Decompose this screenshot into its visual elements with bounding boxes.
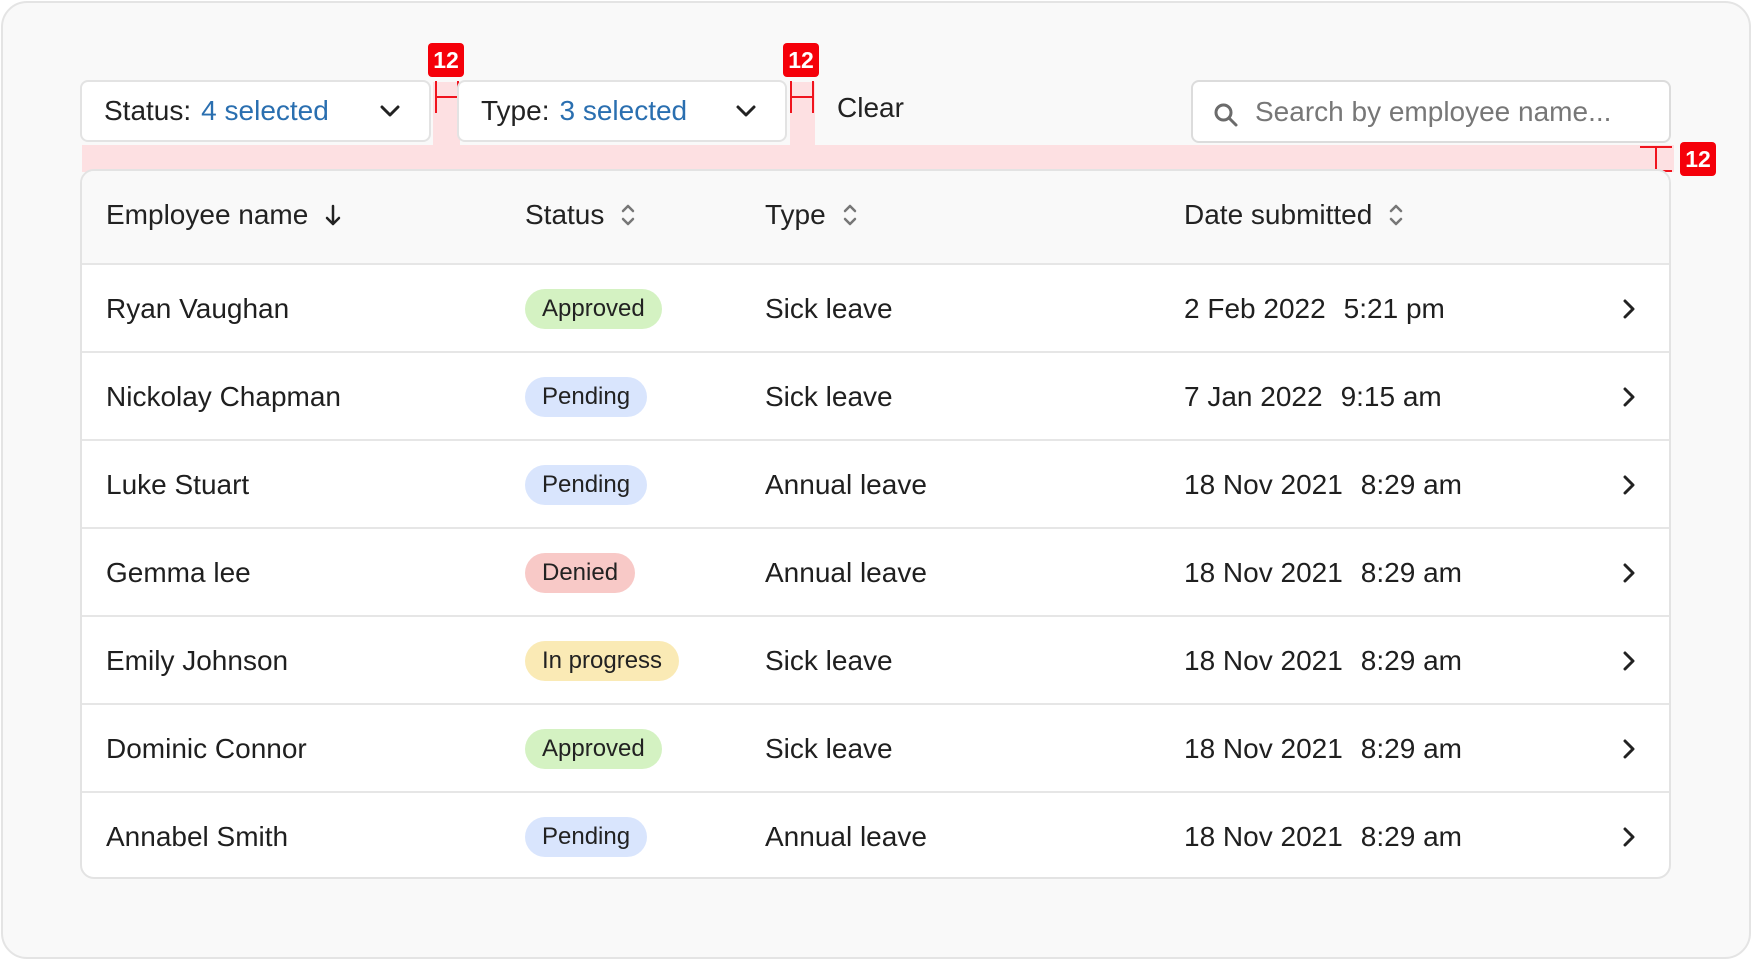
clear-filters-button[interactable]: Clear bbox=[837, 92, 904, 124]
date: 7 Jan 2022 bbox=[1184, 381, 1323, 412]
date: 2 Feb 2022 bbox=[1184, 293, 1326, 324]
status-badge: Pending bbox=[525, 377, 648, 417]
date: 18 Nov 2021 bbox=[1184, 469, 1343, 500]
employee-name: Annabel Smith bbox=[106, 821, 289, 852]
search-input[interactable] bbox=[1255, 90, 1655, 134]
time: 8:29 am bbox=[1360, 557, 1462, 588]
type-filter-value: 3 selected bbox=[559, 95, 688, 126]
leave-type: Sick leave bbox=[765, 381, 893, 412]
column-header-status[interactable]: Status bbox=[525, 199, 636, 231]
leave-type: Annual leave bbox=[765, 469, 927, 500]
column-header-employee-name[interactable]: Employee name bbox=[106, 199, 342, 231]
time: 8:29 am bbox=[1360, 645, 1462, 676]
chevron-right-icon[interactable] bbox=[1623, 827, 1635, 847]
spacing-overlay-row bbox=[82, 145, 1674, 172]
sort-icon bbox=[843, 204, 856, 226]
chevron-right-icon[interactable] bbox=[1623, 475, 1635, 495]
status-badge: Denied bbox=[525, 553, 636, 593]
table-row[interactable]: Emily Johnson In progress Sick leave 18 … bbox=[82, 617, 1669, 705]
chevron-right-icon[interactable] bbox=[1623, 387, 1635, 407]
status-badge: Approved bbox=[525, 729, 662, 769]
status-badge: Approved bbox=[525, 289, 662, 329]
time: 8:29 am bbox=[1360, 733, 1462, 764]
sort-icon bbox=[622, 204, 635, 226]
gap-measure-2 bbox=[790, 81, 814, 113]
time: 5:21 pm bbox=[1343, 293, 1445, 324]
employee-name: Dominic Connor bbox=[106, 733, 307, 764]
date: 18 Nov 2021 bbox=[1184, 557, 1343, 588]
chevron-right-icon[interactable] bbox=[1623, 651, 1635, 671]
leave-type: Annual leave bbox=[765, 821, 927, 852]
time: 8:29 am bbox=[1360, 469, 1462, 500]
chevron-right-icon[interactable] bbox=[1623, 563, 1635, 583]
date: 18 Nov 2021 bbox=[1184, 733, 1343, 764]
chevron-down-icon bbox=[736, 105, 756, 117]
leave-requests-table: Employee name Status Type Date submitted… bbox=[80, 169, 1671, 879]
column-header-label: Status bbox=[525, 199, 605, 230]
status-badge: Pending bbox=[525, 465, 648, 505]
table-row[interactable]: Nickolay Chapman Pending Sick leave 7 Ja… bbox=[82, 353, 1669, 441]
gap-measure-1 bbox=[435, 81, 459, 113]
column-header-label: Employee name bbox=[106, 199, 309, 230]
date-submitted: 18 Nov 2021 8:29 am bbox=[1184, 557, 1462, 589]
leave-type: Annual leave bbox=[765, 557, 927, 588]
time: 9:15 am bbox=[1340, 381, 1442, 412]
leave-type: Sick leave bbox=[765, 293, 893, 324]
employee-name: Gemma lee bbox=[106, 557, 251, 588]
table-row[interactable]: Dominic Connor Approved Sick leave 18 No… bbox=[82, 705, 1669, 793]
date-submitted: 7 Jan 2022 9:15 am bbox=[1184, 381, 1442, 413]
leave-type: Sick leave bbox=[765, 733, 893, 764]
table-row[interactable]: Gemma lee Denied Annual leave 18 Nov 202… bbox=[82, 529, 1669, 617]
column-header-type[interactable]: Type bbox=[765, 199, 858, 231]
status-filter-label: Status: bbox=[104, 95, 192, 126]
date-submitted: 18 Nov 2021 8:29 am bbox=[1184, 645, 1462, 677]
gap-badge-3: 12 bbox=[1680, 142, 1716, 176]
status-badge: In progress bbox=[525, 641, 680, 681]
status-filter-value: 4 selected bbox=[201, 95, 329, 126]
type-filter-label: Type: bbox=[481, 95, 550, 126]
search-box[interactable] bbox=[1191, 80, 1671, 143]
date-submitted: 18 Nov 2021 8:29 am bbox=[1184, 821, 1462, 853]
employee-name: Luke Stuart bbox=[106, 469, 250, 500]
gap-badge-1: 12 bbox=[428, 43, 464, 77]
employee-name: Emily Johnson bbox=[106, 645, 289, 676]
status-badge: Pending bbox=[525, 817, 648, 857]
employee-name: Nickolay Chapman bbox=[106, 381, 341, 412]
date: 18 Nov 2021 bbox=[1184, 645, 1343, 676]
table-row[interactable]: Ryan Vaughan Approved Sick leave 2 Feb 2… bbox=[82, 265, 1669, 353]
search-icon bbox=[1214, 103, 1238, 127]
employee-name: Ryan Vaughan bbox=[106, 293, 290, 324]
chevron-right-icon[interactable] bbox=[1623, 299, 1635, 319]
date-submitted: 18 Nov 2021 8:29 am bbox=[1184, 733, 1462, 765]
table-header: Employee name Status Type Date submitted bbox=[82, 171, 1669, 265]
chevron-down-icon bbox=[380, 105, 400, 117]
column-header-label: Type bbox=[765, 199, 826, 230]
date-submitted: 2 Feb 2022 5:21 pm bbox=[1184, 293, 1445, 325]
type-filter-dropdown[interactable]: Type: 3 selected bbox=[457, 80, 787, 142]
leave-type: Sick leave bbox=[765, 645, 893, 676]
column-header-label: Date submitted bbox=[1184, 199, 1373, 230]
date: 18 Nov 2021 bbox=[1184, 821, 1343, 852]
chevron-right-icon[interactable] bbox=[1623, 739, 1635, 759]
arrow-down-icon bbox=[326, 204, 341, 226]
gap-badge-2: 12 bbox=[783, 43, 819, 77]
column-header-date-submitted[interactable]: Date submitted bbox=[1184, 199, 1404, 231]
time: 8:29 am bbox=[1360, 821, 1462, 852]
status-filter-dropdown[interactable]: Status: 4 selected bbox=[80, 80, 431, 142]
sort-icon bbox=[1390, 204, 1403, 226]
table-row[interactable]: Annabel Smith Pending Annual leave 18 No… bbox=[82, 793, 1669, 877]
table-row[interactable]: Luke Stuart Pending Annual leave 18 Nov … bbox=[82, 441, 1669, 529]
date-submitted: 18 Nov 2021 8:29 am bbox=[1184, 469, 1462, 501]
